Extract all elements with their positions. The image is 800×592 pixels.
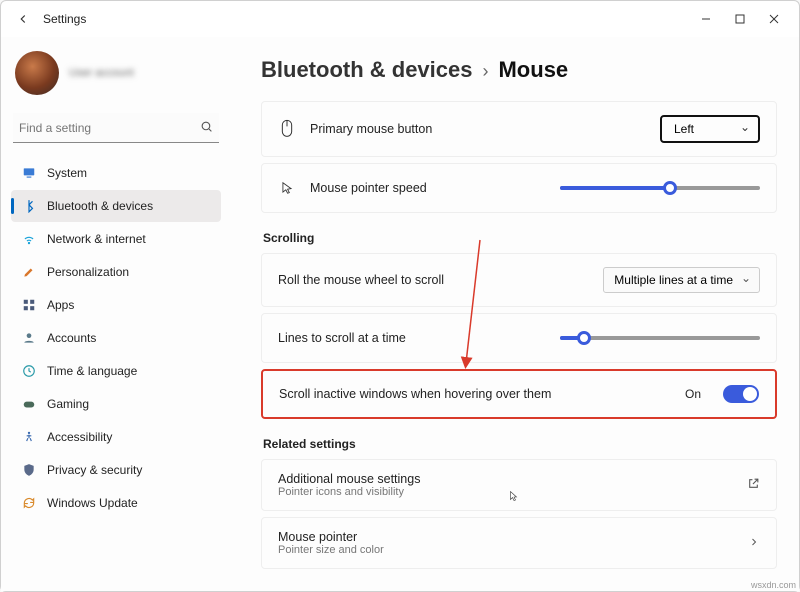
link-subtitle: Pointer icons and visibility (278, 486, 747, 498)
breadcrumb: Bluetooth & devices › Mouse (261, 57, 777, 83)
lines-scroll-slider[interactable] (560, 336, 760, 340)
sidebar-item-privacy[interactable]: Privacy & security (11, 454, 221, 486)
sidebar-item-label: Gaming (47, 397, 89, 411)
window-title: Settings (43, 12, 689, 26)
mouse-icon (278, 119, 296, 139)
sidebar-item-update[interactable]: Windows Update (11, 487, 221, 519)
time-icon (21, 363, 37, 379)
shield-icon (21, 462, 37, 478)
search-icon (200, 120, 213, 136)
link-title: Additional mouse settings (278, 472, 747, 486)
section-related: Related settings (263, 437, 777, 451)
breadcrumb-separator: › (482, 61, 488, 82)
sidebar-item-accounts[interactable]: Accounts (11, 322, 221, 354)
gaming-icon (21, 396, 37, 412)
breadcrumb-current: Mouse (498, 57, 568, 83)
row-roll-wheel: Roll the mouse wheel to scroll Multiple … (261, 253, 777, 307)
sidebar-item-system[interactable]: System (11, 157, 221, 189)
sidebar-item-bluetooth[interactable]: Bluetooth & devices (11, 190, 221, 222)
sidebar-item-label: Accessibility (47, 430, 112, 444)
sidebar: User account System Bluetooth & devices (1, 37, 231, 591)
row-label: Mouse pointer speed (310, 181, 546, 195)
link-title: Mouse pointer (278, 530, 748, 544)
sidebar-item-label: Network & internet (47, 232, 146, 246)
row-additional-mouse-settings[interactable]: Additional mouse settings Pointer icons … (261, 459, 777, 511)
sidebar-item-personalization[interactable]: Personalization (11, 256, 221, 288)
apps-icon (21, 297, 37, 313)
primary-button-dropdown[interactable]: Left (660, 115, 760, 143)
row-pointer-speed: Mouse pointer speed (261, 163, 777, 213)
sidebar-item-label: Personalization (47, 265, 129, 279)
accessibility-icon (21, 429, 37, 445)
pointer-speed-slider[interactable] (560, 186, 760, 190)
avatar (15, 51, 59, 95)
back-button[interactable] (9, 5, 37, 33)
search-input[interactable] (19, 121, 200, 135)
sidebar-item-label: Time & language (47, 364, 137, 378)
link-subtitle: Pointer size and color (278, 544, 748, 556)
close-button[interactable] (757, 5, 791, 33)
bluetooth-icon (21, 198, 37, 214)
roll-wheel-dropdown[interactable]: Multiple lines at a time (603, 267, 760, 293)
toggle-state-label: On (685, 387, 701, 401)
row-label: Primary mouse button (310, 122, 646, 136)
row-label: Scroll inactive windows when hovering ov… (279, 387, 671, 401)
scroll-inactive-toggle[interactable] (723, 385, 759, 403)
sidebar-item-label: Privacy & security (47, 463, 142, 477)
update-icon (21, 495, 37, 511)
profile-block[interactable]: User account (11, 45, 221, 109)
sidebar-item-label: Windows Update (47, 496, 138, 510)
watermark: wsxdn.com (751, 580, 796, 590)
section-scrolling: Scrolling (263, 231, 777, 245)
open-external-icon (747, 477, 760, 493)
sidebar-item-network[interactable]: Network & internet (11, 223, 221, 255)
sidebar-item-gaming[interactable]: Gaming (11, 388, 221, 420)
row-scroll-inactive: Scroll inactive windows when hovering ov… (261, 369, 777, 419)
minimize-button[interactable] (689, 5, 723, 33)
search-box[interactable] (13, 113, 219, 143)
maximize-button[interactable] (723, 5, 757, 33)
row-primary-mouse-button: Primary mouse button Left (261, 101, 777, 157)
profile-name: User account (69, 66, 134, 80)
row-lines-to-scroll: Lines to scroll at a time (261, 313, 777, 363)
sidebar-item-label: Apps (47, 298, 74, 312)
accounts-icon (21, 330, 37, 346)
sidebar-item-label: System (47, 166, 87, 180)
sidebar-item-apps[interactable]: Apps (11, 289, 221, 321)
cursor-icon (278, 179, 296, 197)
wifi-icon (21, 231, 37, 247)
sidebar-item-label: Bluetooth & devices (47, 199, 153, 213)
brush-icon (21, 264, 37, 280)
system-icon (21, 165, 37, 181)
row-mouse-pointer[interactable]: Mouse pointer Pointer size and color (261, 517, 777, 569)
breadcrumb-parent[interactable]: Bluetooth & devices (261, 57, 472, 83)
sidebar-item-accessibility[interactable]: Accessibility (11, 421, 221, 453)
main-content: Bluetooth & devices › Mouse Primary mous… (231, 37, 799, 591)
sidebar-item-label: Accounts (47, 331, 96, 345)
chevron-right-icon (748, 536, 760, 551)
row-label: Lines to scroll at a time (278, 331, 546, 345)
row-label: Roll the mouse wheel to scroll (278, 273, 589, 287)
sidebar-item-time[interactable]: Time & language (11, 355, 221, 387)
